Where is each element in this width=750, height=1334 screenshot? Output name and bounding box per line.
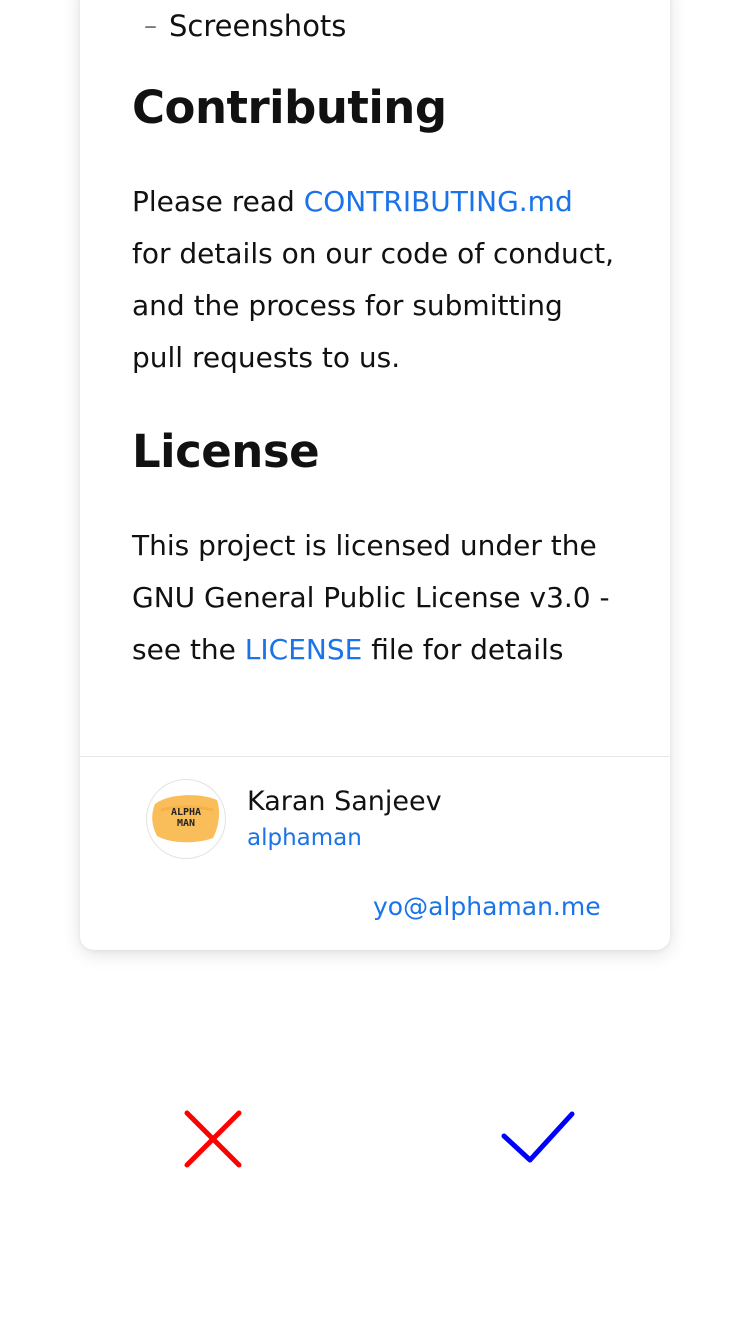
list-item-label: Screenshots	[169, 9, 347, 43]
license-text-line2: GNU General Public License v3.0 -	[132, 581, 610, 614]
avatar[interactable]: ALPHA MAN	[146, 779, 226, 859]
svg-text:ALPHA: ALPHA	[171, 807, 201, 818]
author-handle-link[interactable]: alphaman	[247, 822, 362, 854]
close-icon	[184, 1110, 242, 1168]
contributing-text-line2: for details on our code of conduct,	[132, 237, 615, 270]
avatar-image: ALPHA MAN	[152, 795, 220, 843]
license-text: see the	[132, 633, 245, 666]
list-bullet: –	[144, 11, 157, 41]
author-name: Karan Sanjeev	[247, 786, 442, 817]
license-text-line1: This project is licensed under the	[132, 529, 597, 562]
contributing-text-line4: pull requests to us.	[132, 341, 401, 374]
contributing-link[interactable]: CONTRIBUTING.md	[304, 185, 573, 218]
accept-button[interactable]	[498, 1108, 578, 1168]
license-text-after: file for details	[362, 633, 564, 666]
readme-card: – Screenshots Contributing Please read C…	[80, 0, 670, 950]
list-item: – Screenshots	[144, 4, 346, 48]
checkmark-icon	[501, 1111, 575, 1163]
contributing-text-line3: and the process for submitting	[132, 289, 563, 322]
author-email-link[interactable]: yo@alphaman.me	[373, 890, 601, 924]
license-link[interactable]: LICENSE	[245, 633, 363, 666]
contributing-text: Please read	[132, 185, 304, 218]
license-heading: License	[132, 425, 320, 478]
license-paragraph: This project is licensed under the GNU G…	[132, 520, 632, 676]
svg-text:MAN: MAN	[177, 818, 195, 829]
footer-divider	[80, 756, 670, 757]
reject-button[interactable]	[180, 1106, 246, 1172]
contributing-heading: Contributing	[132, 81, 447, 134]
contributing-paragraph: Please read CONTRIBUTING.md for details …	[132, 176, 632, 384]
